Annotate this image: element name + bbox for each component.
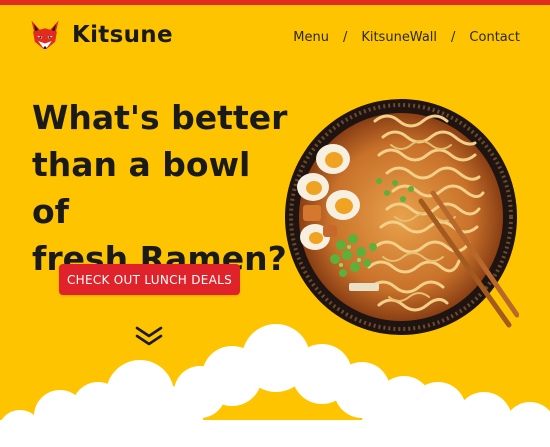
nav-link-menu[interactable]: Menu: [293, 30, 329, 45]
main-nav: Menu / KitsuneWall / Contact: [293, 30, 520, 45]
brand[interactable]: Kitsune: [28, 18, 173, 52]
lunch-deals-button[interactable]: CHECK OUT LUNCH DEALS: [59, 264, 240, 295]
hero-heading: What's better than a bowl of fresh Ramen…: [32, 94, 292, 282]
hero-heading-line: What's better: [32, 98, 288, 137]
hero-heading-line: than a bowl of: [32, 145, 251, 231]
nav-link-contact[interactable]: Contact: [469, 30, 520, 45]
ramen-bowl-image: [285, 99, 519, 335]
fox-logo-icon: [31, 20, 59, 51]
egg: [316, 144, 350, 174]
cloud-decoration: [0, 324, 550, 447]
brand-name: Kitsune: [72, 22, 173, 48]
nav-separator: /: [451, 30, 456, 45]
top-accent-bar: [0, 0, 550, 5]
nav-link-kitsunewall[interactable]: KitsuneWall: [361, 30, 437, 45]
nav-separator: /: [342, 30, 348, 45]
